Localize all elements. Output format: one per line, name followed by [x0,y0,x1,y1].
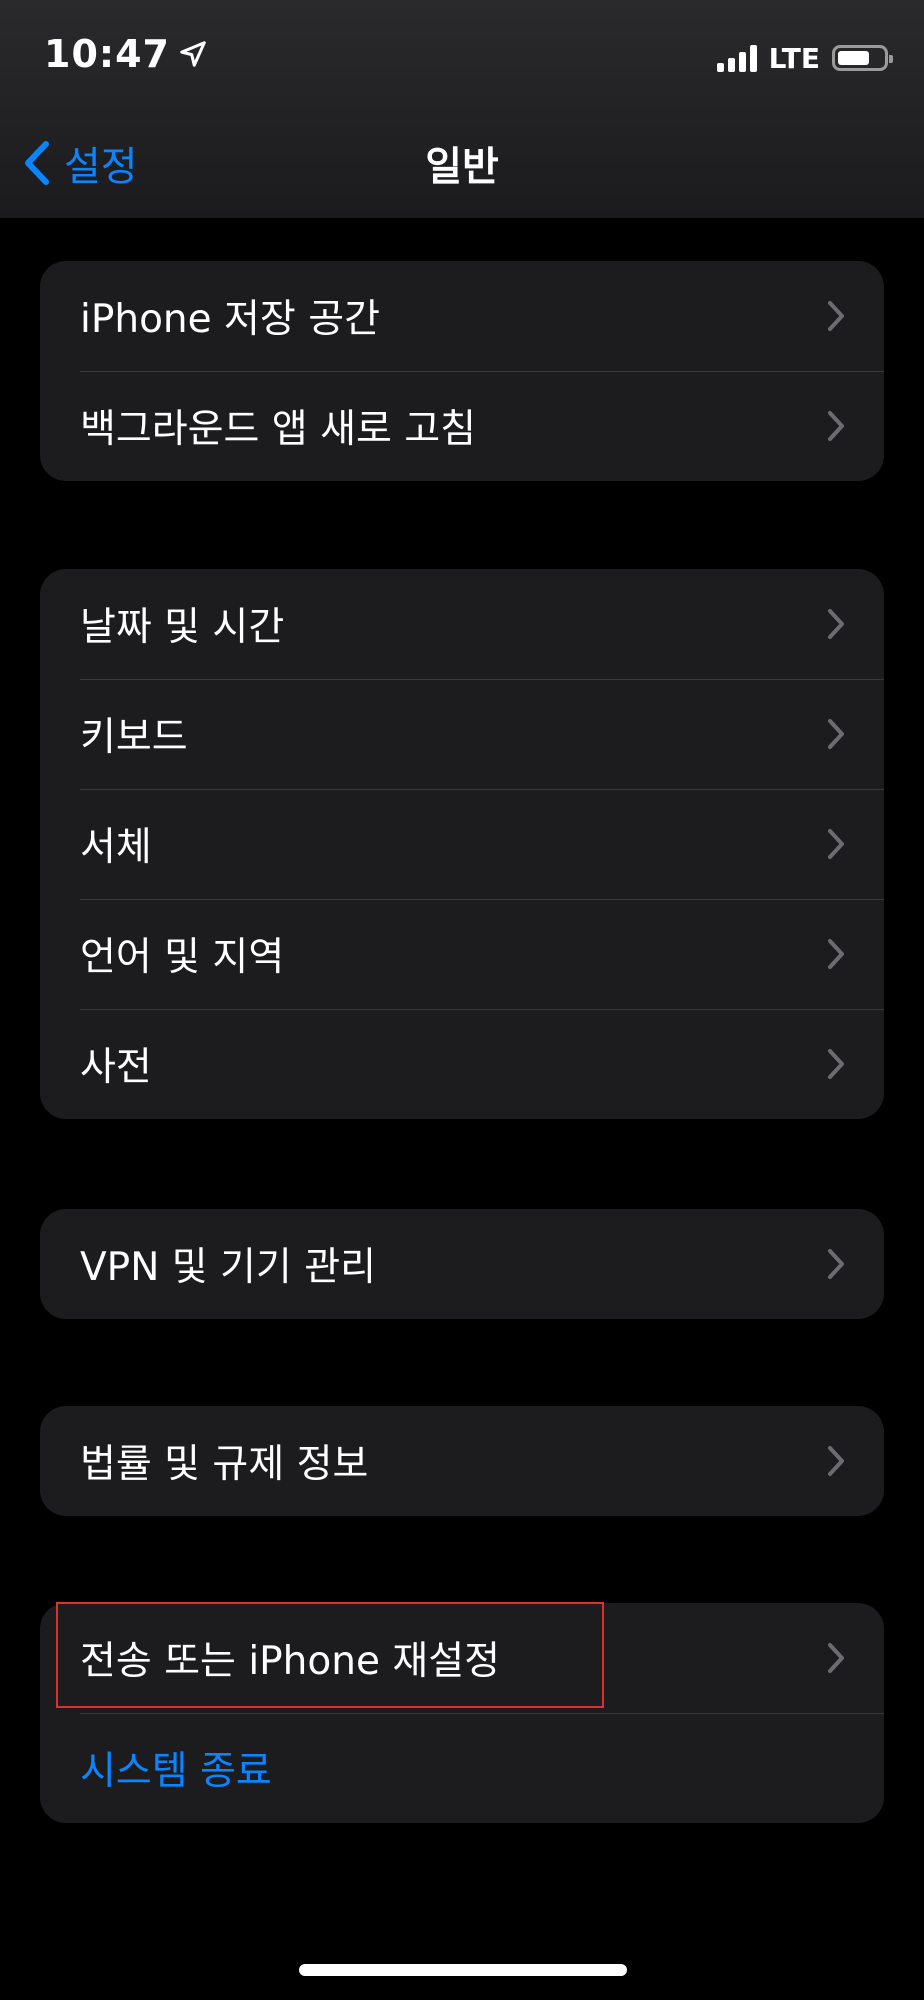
battery-fill [838,51,869,65]
top-bar: 10:47 LTE 설정 일반 [0,0,924,218]
page-title: 일반 [425,144,499,190]
chevron-right-icon [828,1249,844,1279]
location-arrow-icon [180,41,206,67]
row-date-time[interactable]: 날짜 및 시간 [40,569,884,679]
row-label: 언어 및 지역 [80,935,285,980]
shut-down-label: 시스템 종료 [80,1749,272,1794]
row-transfer-reset-iphone[interactable]: 전송 또는 iPhone 재설정 [40,1603,884,1713]
row-label: 법률 및 규제 정보 [80,1442,369,1487]
chevron-right-icon [828,1643,844,1673]
row-legal-regulatory[interactable]: 법률 및 규제 정보 [40,1406,884,1516]
chevron-right-icon [828,939,844,969]
row-label: 키보드 [80,715,188,760]
settings-group-reset: 전송 또는 iPhone 재설정 시스템 종료 [40,1603,884,1823]
row-dictionary[interactable]: 사전 [40,1009,884,1119]
row-label: 사전 [80,1045,152,1090]
row-label: 날짜 및 시간 [80,605,285,650]
home-indicator[interactable] [299,1964,627,1976]
row-vpn-device-management[interactable]: VPN 및 기기 관리 [40,1209,884,1319]
row-keyboard[interactable]: 키보드 [40,679,884,789]
settings-group-locale: 날짜 및 시간 키보드 서체 언어 및 지역 사전 [40,569,884,1119]
network-type: LTE [768,41,820,75]
row-label: 백그라운드 앱 새로 고침 [80,407,476,452]
clock-text: 10:47 [44,32,170,76]
battery-icon [832,45,893,71]
row-background-app-refresh[interactable]: 백그라운드 앱 새로 고침 [40,371,884,481]
row-label: VPN 및 기기 관리 [80,1245,376,1290]
chevron-right-icon [828,609,844,639]
chevron-right-icon [828,1049,844,1079]
cellular-signal-icon [713,44,757,72]
row-iphone-storage[interactable]: iPhone 저장 공간 [40,261,884,371]
row-label: 전송 또는 iPhone 재설정 [80,1639,500,1684]
chevron-right-icon [828,719,844,749]
row-language-region[interactable]: 언어 및 지역 [40,899,884,1009]
row-label: 서체 [80,825,152,870]
settings-group-vpn: VPN 및 기기 관리 [40,1209,884,1319]
row-shut-down[interactable]: 시스템 종료 [40,1713,884,1823]
chevron-right-icon [828,411,844,441]
row-label: iPhone 저장 공간 [80,297,380,342]
row-fonts[interactable]: 서체 [40,789,884,899]
status-indicators: LTE [713,40,893,76]
settings-group-legal: 법률 및 규제 정보 [40,1406,884,1516]
chevron-right-icon [828,301,844,331]
chevron-right-icon [828,1446,844,1476]
settings-group-storage: iPhone 저장 공간 백그라운드 앱 새로 고침 [40,261,884,481]
chevron-right-icon [828,829,844,859]
status-time: 10:47 [44,32,208,76]
